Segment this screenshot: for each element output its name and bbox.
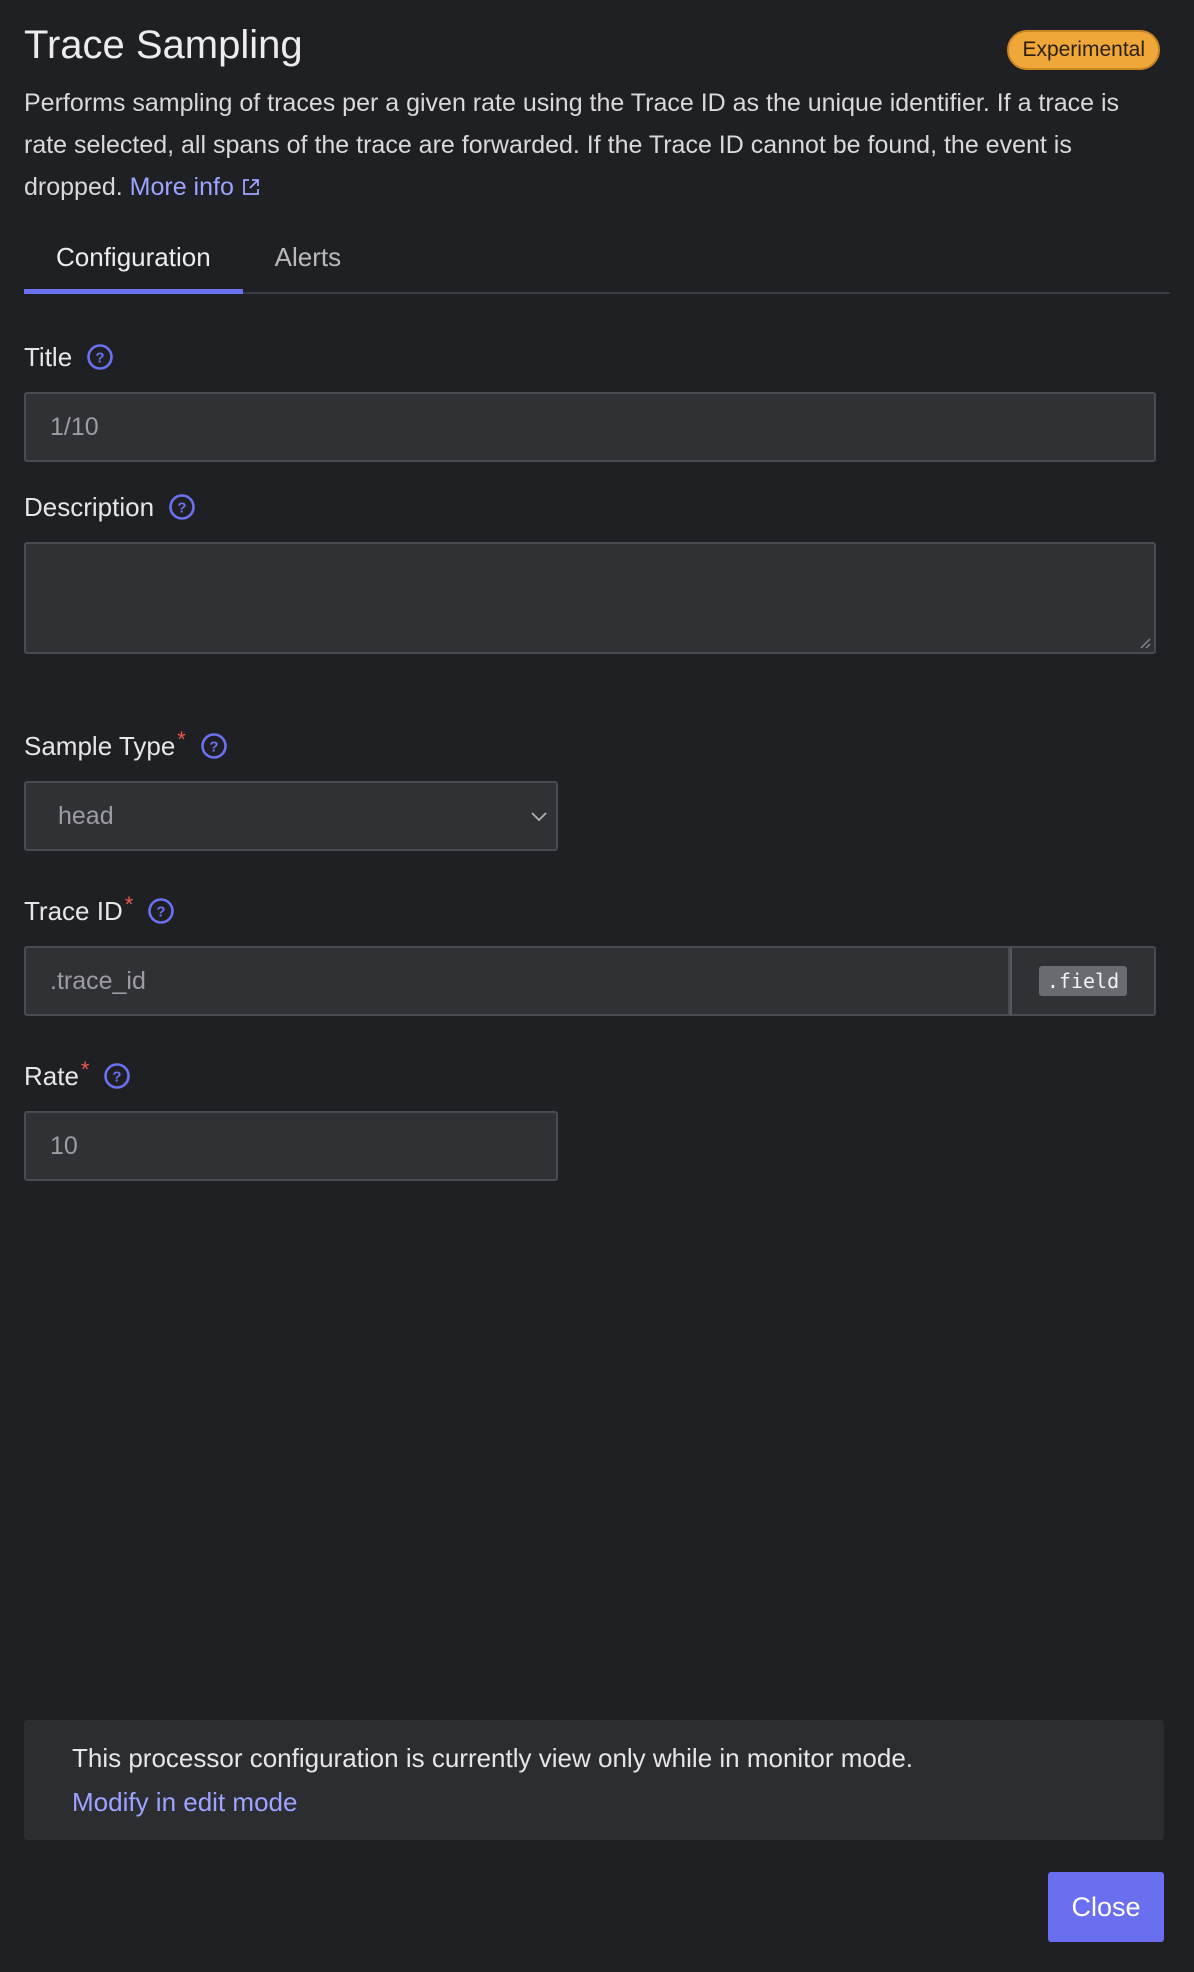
modify-in-edit-mode-link[interactable]: Modify in edit mode — [72, 1784, 297, 1820]
sample-type-label: Sample Type * ? — [24, 727, 558, 763]
field-chip: .field — [1038, 966, 1128, 996]
help-icon[interactable]: ? — [103, 1062, 131, 1090]
description-field-group: Description ? — [24, 490, 1156, 654]
trace-id-label: Trace ID * ? — [24, 892, 1156, 928]
rate-label: Rate * ? — [24, 1057, 558, 1093]
svg-text:?: ? — [113, 1069, 122, 1086]
trace-sampling-panel: Trace Sampling Experimental Performs sam… — [0, 0, 1194, 1972]
help-icon[interactable]: ? — [86, 343, 114, 371]
field-picker-addon[interactable]: .field — [1010, 946, 1156, 1016]
sample-type-label-text: Sample Type — [24, 730, 176, 761]
close-button[interactable]: Close — [1048, 1872, 1164, 1942]
monitor-mode-notice: This processor configuration is currentl… — [24, 1720, 1164, 1840]
description-textarea[interactable] — [24, 542, 1156, 654]
tab-configuration[interactable]: Configuration — [24, 234, 243, 294]
title-label: Title ? — [24, 340, 1156, 374]
chevron-down-icon — [531, 812, 547, 822]
description-label-text: Description — [24, 491, 155, 522]
title-input[interactable]: 1/10 — [24, 392, 1156, 462]
trace-id-field-group: Trace ID * ? .trace_id .field — [24, 892, 1156, 1016]
external-link-icon — [242, 179, 259, 195]
more-info-label: More info — [129, 173, 234, 201]
title-field-group: Title ? 1/10 — [24, 340, 1156, 462]
sample-type-field-group: Sample Type * ? head — [24, 727, 558, 851]
sample-type-value: head — [58, 802, 114, 830]
resize-grip-icon[interactable] — [1137, 635, 1151, 649]
help-icon[interactable]: ? — [200, 732, 228, 760]
trace-id-input-group: .trace_id .field — [24, 946, 1156, 1016]
title-label-text: Title — [24, 341, 73, 372]
panel-header: Trace Sampling Experimental Performs sam… — [24, 0, 1170, 208]
trace-id-input[interactable]: .trace_id — [24, 946, 1010, 1016]
required-mark: * — [177, 727, 186, 752]
svg-text:?: ? — [96, 350, 105, 367]
experimental-badge: Experimental — [1007, 30, 1160, 70]
more-info-link[interactable]: More info — [130, 173, 260, 201]
description-label: Description ? — [24, 490, 1156, 524]
tab-alerts[interactable]: Alerts — [243, 234, 373, 292]
svg-text:?: ? — [157, 904, 166, 921]
rate-label-text: Rate — [24, 1060, 79, 1091]
svg-text:?: ? — [209, 739, 218, 756]
rate-field-group: Rate * ? 10 — [24, 1057, 558, 1181]
page-title: Trace Sampling — [24, 23, 303, 67]
svg-text:?: ? — [177, 500, 186, 517]
required-mark: * — [124, 892, 134, 917]
rate-input[interactable]: 10 — [24, 1111, 558, 1181]
tab-bar: Configuration Alerts — [24, 234, 1170, 294]
required-mark: * — [80, 1057, 90, 1082]
notice-text: This processor configuration is currentl… — [72, 1743, 914, 1773]
help-icon[interactable]: ? — [147, 897, 175, 925]
sample-type-select[interactable]: head — [24, 781, 558, 851]
processor-description: Performs sampling of traces per a given … — [24, 82, 1164, 208]
trace-id-label-text: Trace ID — [24, 895, 123, 926]
help-icon[interactable]: ? — [168, 493, 196, 521]
